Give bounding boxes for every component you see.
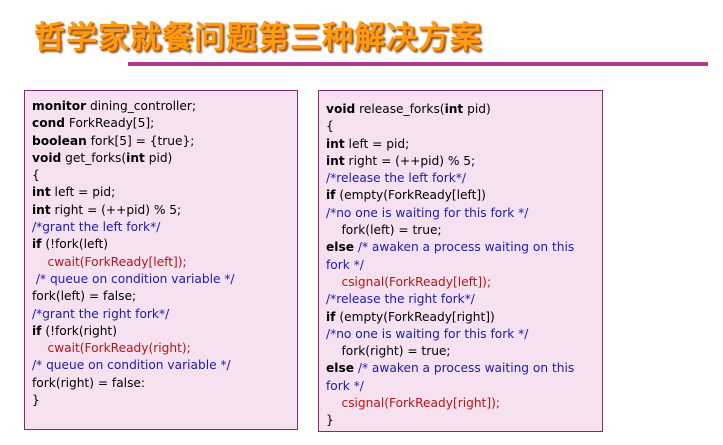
code-text: (!fork(right) [41,323,117,338]
code-comment: /*no one is waiting for this fork */ [326,326,529,341]
code-call: cwait(ForkReady[left]); [32,254,187,269]
code-text: { [32,168,40,183]
title-underline [128,62,708,66]
code-text: release_forks( [355,102,445,116]
code-keyword: void [32,150,62,165]
code-line: cond ForkReady[5]; [32,115,291,132]
code-call: csignal(ForkReady[left]); [326,274,492,289]
code-line: /*grant the left fork*/ [32,219,291,236]
code-line: if (empty(ForkReady[right]) [326,309,596,326]
code-keyword: int [32,185,51,200]
code-text: fork[5] = {true}; [86,133,195,148]
code-line: cwait(ForkReady(right); [32,340,291,357]
code-text: fork(right) = false: [32,375,146,390]
code-line: /*no one is waiting for this fork */ [326,205,596,222]
code-text: pid) [144,150,173,165]
code-comment: /*grant the left fork*/ [32,220,161,235]
code-keyword: monitor [32,99,87,113]
code-line: /*no one is waiting for this fork */ [326,326,596,343]
code-text: fork(right) = true; [326,344,451,359]
code-text: right = (++pid) % 5; [50,202,182,217]
code-text: fork(left) = false; [32,289,137,304]
code-text: (empty(ForkReady[left]) [335,188,486,203]
code-text: left = pid; [50,185,116,200]
code-comment: /* queue on condition variable */ [32,271,235,286]
code-line: void release_forks(int pid) [326,101,596,118]
code-line: /*grant the right fork*/ [32,306,291,323]
slide-title: 哲学家就餐问题第三种解决方案 [34,20,482,56]
code-line: else /* awaken a process waiting on this… [326,239,596,274]
code-line: csignal(ForkReady[right]); [326,395,596,412]
code-line: /* queue on condition variable */ [32,271,291,288]
code-call: cwait(ForkReady(right); [32,341,191,356]
code-keyword: else [326,361,354,376]
code-comment: /*release the right fork*/ [326,292,475,307]
code-line: int right = (++pid) % 5; [32,202,291,219]
code-text: fork(left) = true; [326,223,442,238]
code-comment: /* queue on condition variable */ [32,358,231,373]
code-text: (!fork(left) [41,237,109,252]
code-line: if (!fork(right) [32,323,291,340]
code-line: int right = (++pid) % 5; [326,153,596,170]
code-keyword: boolean [32,133,87,148]
code-comment: /* awaken a process waiting on this fork… [326,361,575,393]
code-keyword: int [326,153,345,168]
code-line: void get_forks(int pid) [32,150,291,167]
code-line: monitor dining_controller; [32,98,291,115]
code-text: left = pid; [344,136,410,151]
code-line: boolean fork[5] = {true}; [32,133,291,150]
code-comment: /* awaken a process waiting on this fork… [326,240,575,272]
code-line: if (!fork(left) [32,236,291,253]
code-line: } [326,412,596,429]
code-line: { [32,167,291,184]
code-line: else /* awaken a process waiting on this… [326,360,596,395]
code-line: cwait(ForkReady[left]); [32,254,291,271]
code-line: fork(right) = false: [32,375,291,392]
code-keyword: else [326,240,354,255]
code-line: int left = pid; [326,136,596,153]
code-line: fork(left) = false; [32,288,291,305]
get-forks-code-panel: monitor dining_controller; cond ForkReady… [24,90,298,430]
code-line: } [32,392,291,409]
code-text: get_forks( [61,150,127,165]
release-forks-code-panel: void release_forks(int pid){int left = p… [318,90,603,432]
code-text: { [326,119,334,134]
code-keyword: cond [32,116,65,131]
code-text: pid) [463,102,491,116]
code-line: fork(left) = true; [326,222,596,239]
code-line: csignal(ForkReady[left]); [326,274,596,291]
code-line: fork(right) = true; [326,343,596,360]
code-comment: /*grant the right fork*/ [32,306,170,321]
code-keyword: int [444,102,464,116]
code-keyword: int [32,202,51,217]
code-line: if (empty(ForkReady[left]) [326,187,596,204]
code-call: csignal(ForkReady[right]); [326,396,500,411]
code-text: dining_controller; [86,99,197,113]
code-line: int left = pid; [32,184,291,201]
code-line: /*release the right fork*/ [326,291,596,308]
code-text: (empty(ForkReady[right]) [335,309,495,324]
code-keyword: int [326,136,345,151]
code-keyword: void [326,102,356,116]
code-text: ForkReady[5]; [65,116,155,131]
code-comment: /*release the left fork*/ [326,171,467,186]
code-text: } [32,393,40,408]
code-text: right = (++pid) % 5; [344,153,476,168]
code-line: /*release the left fork*/ [326,170,596,187]
code-text: } [326,413,334,428]
code-line: /* queue on condition variable */ [32,357,291,374]
code-line: { [326,118,596,135]
code-keyword: int [126,150,145,165]
code-comment: /*no one is waiting for this fork */ [326,205,529,220]
